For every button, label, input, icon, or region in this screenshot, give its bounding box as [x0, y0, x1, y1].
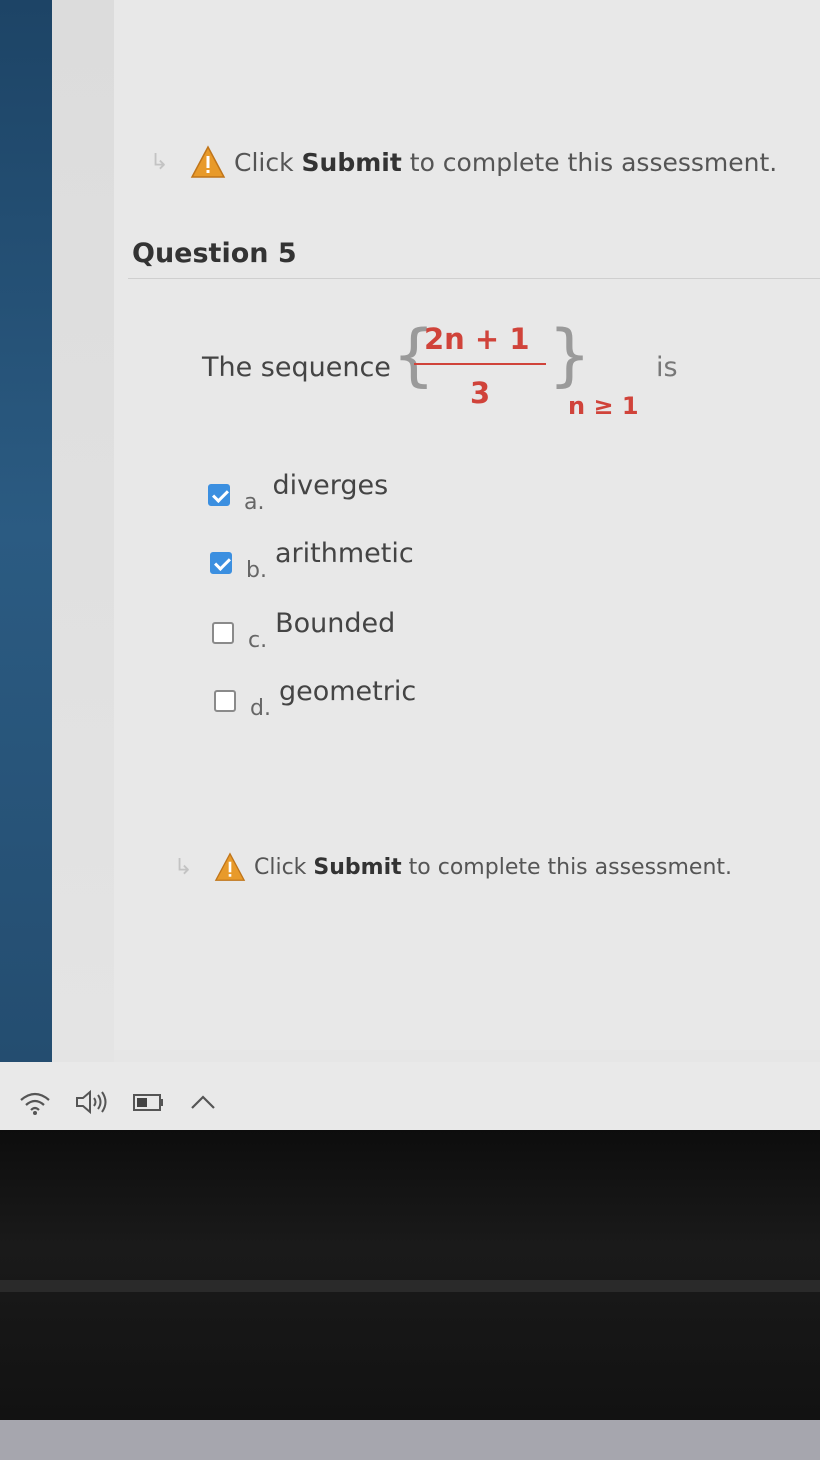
chevron-up-icon[interactable]: [188, 1088, 218, 1116]
fraction-denominator: 3: [470, 376, 491, 410]
fraction-numerator: 2n + 1: [424, 322, 530, 356]
sequence-subscript: n ≥ 1: [568, 392, 639, 420]
option-b-label: arithmetic: [274, 538, 414, 569]
fraction-bar: [414, 363, 546, 365]
left-panel: [0, 0, 52, 1062]
battery-icon[interactable]: [132, 1088, 166, 1116]
wifi-icon[interactable]: [18, 1088, 52, 1116]
submit-notice-bottom: ↳ Click Submit to complete this assessme…: [174, 852, 732, 882]
option-a-label: diverges: [272, 470, 389, 501]
notice-submit-word: Submit: [301, 147, 402, 177]
option-c-checkbox[interactable]: [212, 622, 234, 644]
desk-surface: [0, 1420, 820, 1460]
option-b-checkbox[interactable]: [210, 552, 232, 574]
option-d-letter: d.: [250, 696, 271, 721]
question-divider: [128, 278, 820, 279]
option-c[interactable]: c. Bounded: [212, 608, 395, 653]
notice-suffix: to complete this assessment.: [408, 854, 733, 880]
option-b[interactable]: b. arithmetic: [210, 538, 414, 583]
option-d-checkbox[interactable]: [214, 690, 236, 712]
question-title: Question 5: [132, 238, 297, 269]
monitor-bezel: [0, 1130, 820, 1420]
option-d-label: geometric: [278, 676, 417, 707]
indent-arrow-icon: ↳: [174, 854, 193, 880]
warning-icon: [214, 852, 246, 881]
stem-prefix: The sequence: [202, 352, 391, 383]
option-d[interactable]: d. geometric: [214, 676, 416, 721]
left-margin: [52, 0, 114, 1062]
option-a[interactable]: a. diverges: [208, 470, 388, 515]
option-a-letter: a.: [244, 490, 265, 515]
submit-notice-top: ↳ Click Submit to complete this assessme…: [150, 145, 777, 179]
right-brace: }: [548, 316, 592, 395]
notice-prefix: Click: [234, 147, 294, 177]
volume-icon[interactable]: [74, 1088, 110, 1116]
warning-icon: [190, 145, 226, 178]
notice-prefix: Click: [254, 854, 307, 880]
option-b-letter: b.: [246, 558, 267, 583]
indent-arrow-icon: ↳: [150, 149, 169, 175]
stem-suffix: is: [656, 352, 678, 383]
notice-suffix: to complete this assessment.: [409, 147, 778, 177]
system-tray: [18, 1088, 218, 1116]
option-c-label: Bounded: [275, 608, 396, 639]
bezel-edge: [0, 1280, 820, 1292]
option-a-checkbox[interactable]: [208, 484, 230, 506]
option-c-letter: c.: [248, 628, 268, 653]
notice-submit-word: Submit: [313, 854, 402, 880]
